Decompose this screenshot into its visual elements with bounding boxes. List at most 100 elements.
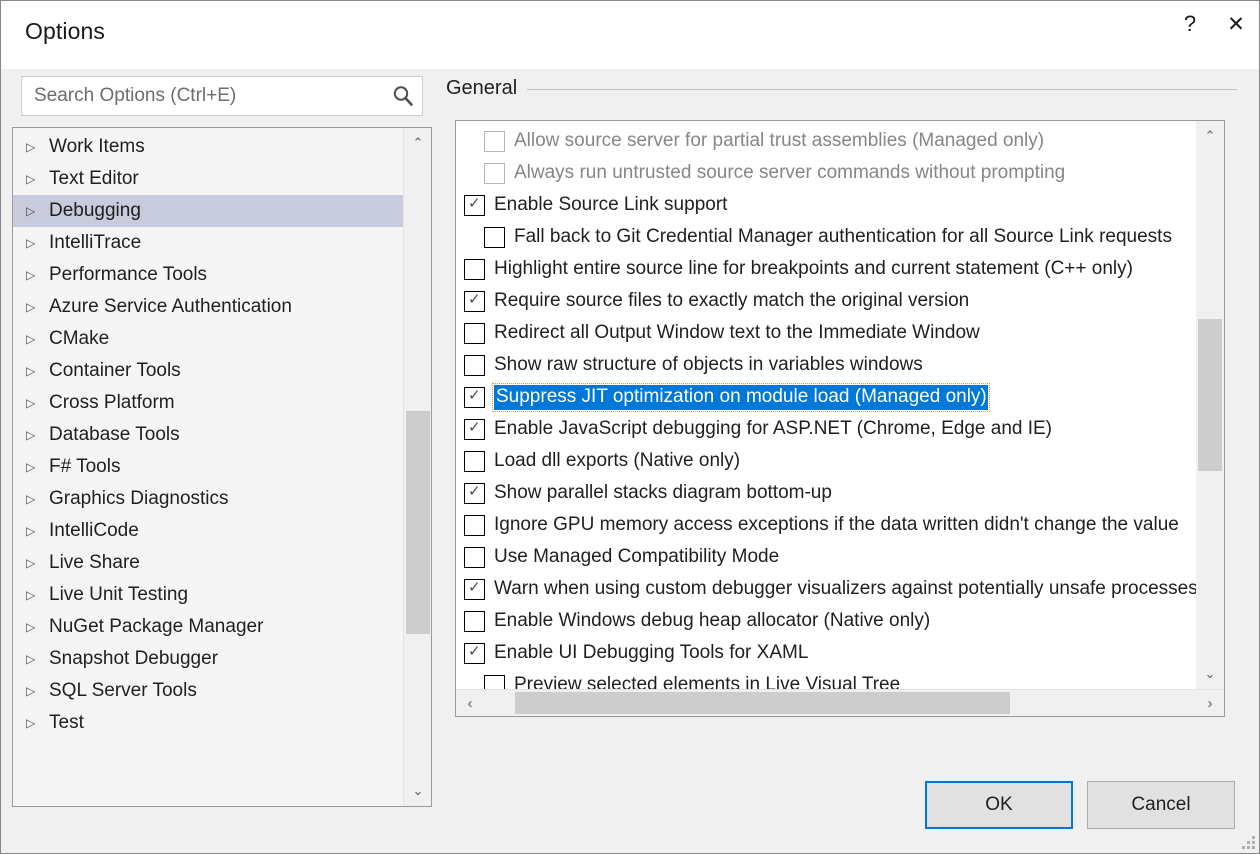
option-row[interactable]: ✓Suppress JIT optimization on module loa… [456,381,1196,413]
checkbox-unchecked[interactable] [484,227,505,248]
close-button[interactable]: ✕ [1213,1,1259,47]
option-row[interactable]: Ignore GPU memory access exceptions if t… [456,509,1196,541]
chevron-right-icon[interactable]: ▷ [26,620,46,634]
checkbox-unchecked[interactable] [464,515,485,536]
ok-button[interactable]: OK [925,781,1073,829]
options-horizontal-scrollbar[interactable]: ‹ › [456,689,1224,716]
chevron-right-icon[interactable]: ▷ [26,300,46,314]
search-icon[interactable] [384,77,422,115]
checkbox-unchecked[interactable] [464,451,485,472]
checkbox-unchecked[interactable] [464,259,485,280]
tree-vertical-scrollbar[interactable]: ⌃ ⌄ [403,128,431,806]
chevron-right-icon[interactable]: ▷ [26,236,46,250]
sidebar-item-label: CMake [46,328,109,350]
option-row[interactable]: Enable Windows debug heap allocator (Nat… [456,605,1196,637]
chevron-right-icon[interactable]: ▷ [26,364,46,378]
sidebar-item-work-items[interactable]: ▷Work Items [13,131,403,163]
option-row[interactable]: Use Managed Compatibility Mode [456,541,1196,573]
option-row[interactable]: ✓Enable Source Link support [456,189,1196,221]
search-box[interactable] [21,76,423,116]
chevron-right-icon[interactable]: ▷ [26,716,46,730]
option-row[interactable]: ✓Require source files to exactly match t… [456,285,1196,317]
checkbox-checked[interactable]: ✓ [464,483,485,504]
option-row[interactable]: ✓Show parallel stacks diagram bottom-up [456,477,1196,509]
sidebar-item-intellicode[interactable]: ▷IntelliCode [13,515,403,547]
chevron-right-icon[interactable]: ▷ [26,556,46,570]
sidebar-item-azure-service-authentication[interactable]: ▷Azure Service Authentication [13,291,403,323]
sidebar-item-f-tools[interactable]: ▷F# Tools [13,451,403,483]
checkbox-unchecked[interactable] [464,547,485,568]
options-vertical-scrollbar[interactable]: ⌃ ⌄ [1196,121,1224,689]
sidebar-item-snapshot-debugger[interactable]: ▷Snapshot Debugger [13,643,403,675]
sidebar-item-test[interactable]: ▷Test [13,707,403,739]
chevron-up-icon[interactable]: ⌃ [1196,121,1224,151]
option-row[interactable]: ✓Enable UI Debugging Tools for XAML [456,637,1196,669]
help-button[interactable]: ? [1167,1,1213,47]
option-row[interactable]: Preview selected elements in Live Visual… [456,669,1196,689]
sidebar-item-label: Cross Platform [46,392,175,414]
checkbox-checked[interactable]: ✓ [464,643,485,664]
checkbox-checked[interactable]: ✓ [464,419,485,440]
chevron-left-icon[interactable]: ‹ [456,690,484,716]
option-label: Always run untrusted source server comma… [514,162,1065,184]
chevron-right-icon[interactable]: ▷ [26,684,46,698]
option-row[interactable]: Load dll exports (Native only) [456,445,1196,477]
sidebar-item-label: IntelliTrace [46,232,141,254]
sidebar-item-cmake[interactable]: ▷CMake [13,323,403,355]
checkbox-unchecked[interactable] [464,323,485,344]
checkbox-checked[interactable]: ✓ [464,195,485,216]
chevron-right-icon[interactable]: ▷ [26,172,46,186]
chevron-right-icon[interactable]: ▷ [26,524,46,538]
option-row[interactable]: Fall back to Git Credential Manager auth… [456,221,1196,253]
resize-grip-icon[interactable] [1241,835,1255,849]
checkbox-unchecked[interactable] [484,675,505,690]
chevron-right-icon[interactable]: ▷ [26,428,46,442]
sidebar-item-container-tools[interactable]: ▷Container Tools [13,355,403,387]
dialog-footer: OK Cancel [925,781,1235,829]
checkbox-checked[interactable]: ✓ [464,579,485,600]
sidebar-item-graphics-diagnostics[interactable]: ▷Graphics Diagnostics [13,483,403,515]
option-row[interactable]: ✓Warn when using custom debugger visuali… [456,573,1196,605]
cancel-button[interactable]: Cancel [1087,781,1235,829]
sidebar-item-text-editor[interactable]: ▷Text Editor [13,163,403,195]
sidebar-item-debugging[interactable]: ▷Debugging [13,195,403,227]
search-input[interactable] [22,85,384,107]
chevron-right-icon[interactable]: ▷ [26,492,46,506]
option-row[interactable]: ✓Enable JavaScript debugging for ASP.NET… [456,413,1196,445]
chevron-right-icon[interactable]: ▷ [26,204,46,218]
chevron-right-icon[interactable]: ▷ [26,396,46,410]
chevron-right-icon[interactable]: ▷ [26,268,46,282]
sidebar-item-intellitrace[interactable]: ▷IntelliTrace [13,227,403,259]
checkbox-unchecked[interactable] [464,611,485,632]
chevron-up-icon[interactable]: ⌃ [404,128,432,158]
sidebar-item-database-tools[interactable]: ▷Database Tools [13,419,403,451]
chevron-right-icon[interactable]: ▷ [26,652,46,666]
option-row[interactable]: Redirect all Output Window text to the I… [456,317,1196,349]
checkbox-checked[interactable]: ✓ [464,387,485,408]
chevron-down-icon[interactable]: ⌄ [404,776,432,806]
chevron-right-icon[interactable]: ▷ [26,588,46,602]
option-label: Load dll exports (Native only) [494,450,740,472]
sidebar-item-nuget-package-manager[interactable]: ▷NuGet Package Manager [13,611,403,643]
settings-pane: General Allow source server for partial … [446,69,1237,853]
chevron-right-icon[interactable]: ▷ [26,460,46,474]
sidebar-item-live-unit-testing[interactable]: ▷Live Unit Testing [13,579,403,611]
sidebar-item-label: Debugging [46,200,141,222]
chevron-down-icon[interactable]: ⌄ [1196,659,1224,689]
option-row[interactable]: Highlight entire source line for breakpo… [456,253,1196,285]
sidebar-item-sql-server-tools[interactable]: ▷SQL Server Tools [13,675,403,707]
tree-scrollbar-thumb[interactable] [406,411,430,633]
checkbox-unchecked[interactable] [464,355,485,376]
options-scrollbar-thumb[interactable] [1198,319,1222,471]
option-label: Fall back to Git Credential Manager auth… [514,226,1172,248]
chevron-right-icon[interactable]: ▷ [26,140,46,154]
checkbox-checked[interactable]: ✓ [464,291,485,312]
window-controls: ? ✕ [1167,1,1259,47]
sidebar-item-performance-tools[interactable]: ▷Performance Tools [13,259,403,291]
chevron-right-icon[interactable]: › [1196,690,1224,716]
options-hscrollbar-thumb[interactable] [515,692,1010,714]
sidebar-item-cross-platform[interactable]: ▷Cross Platform [13,387,403,419]
chevron-right-icon[interactable]: ▷ [26,332,46,346]
sidebar-item-live-share[interactable]: ▷Live Share [13,547,403,579]
option-row[interactable]: Show raw structure of objects in variabl… [456,349,1196,381]
